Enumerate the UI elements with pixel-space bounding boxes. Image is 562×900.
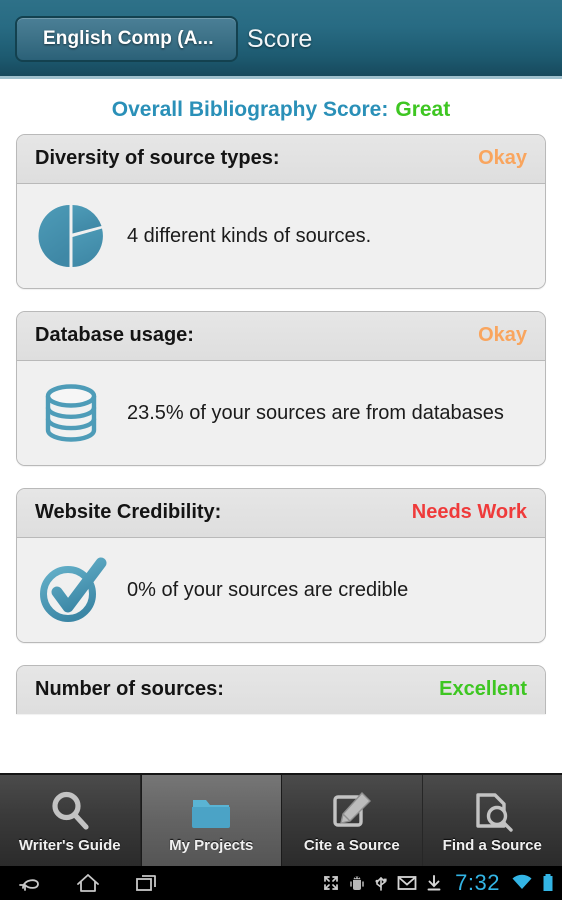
page-title: Score	[247, 25, 313, 53]
back-arrow-icon[interactable]	[18, 872, 42, 894]
document-search-icon	[476, 793, 513, 832]
home-icon[interactable]	[76, 872, 100, 894]
score-card-header: Website Credibility: Needs Work	[17, 489, 545, 538]
score-card-number-of-sources[interactable]: Number of sources: Excellent	[16, 665, 546, 714]
score-card-diversity[interactable]: Diversity of source types: Okay 4 differ…	[16, 134, 546, 289]
mail-icon	[397, 876, 417, 890]
score-card-body: 4 different kinds of sources.	[17, 184, 545, 288]
tab-label: Cite a Source	[303, 837, 400, 854]
system-status-icons: 7:32	[322, 870, 562, 896]
score-card-title: Diversity of source types:	[35, 147, 280, 169]
tab-label: Find a Source	[442, 837, 542, 854]
magnifier-icon	[52, 791, 89, 830]
status-clock: 7:32	[455, 870, 500, 895]
score-card-text: 4 different kinds of sources.	[127, 224, 372, 247]
score-card-header: Diversity of source types: Okay	[17, 135, 545, 184]
fullscreen-icon	[324, 876, 339, 890]
recent-apps-icon[interactable]	[134, 872, 158, 894]
status-badge: Okay	[478, 147, 527, 169]
status-badge: Needs Work	[411, 501, 527, 523]
app-root: English Comp (A... Score Overall Bibliog…	[0, 0, 562, 900]
breadcrumb-label: English Comp (A...	[43, 28, 214, 49]
wifi-icon	[512, 874, 532, 889]
database-icon	[45, 384, 97, 442]
system-navigation-bar: 7:32	[0, 866, 562, 900]
score-card-title: Database usage:	[35, 324, 194, 346]
score-card-credibility[interactable]: Website Credibility: Needs Work 0% of yo…	[16, 488, 546, 643]
tab-label: My Projects	[169, 837, 254, 854]
score-card-title: Number of sources:	[35, 678, 224, 700]
score-scroll-area[interactable]: Overall Bibliography Score: Great Diversi…	[0, 79, 562, 773]
action-bar: English Comp (A... Score	[0, 0, 562, 79]
score-card-database[interactable]: Database usage: Okay 23.5% of your sourc…	[16, 311, 546, 466]
tab-label: Writer's Guide	[18, 837, 121, 854]
bottom-tab-bar: Writer's Guide My Projects Cite a Source	[0, 773, 562, 866]
tab-find-a-source[interactable]: Find a Source	[423, 775, 562, 866]
score-card-text: 23.5% of your sources are from databases	[127, 401, 504, 424]
tab-writers-guide[interactable]: Writer's Guide	[0, 775, 141, 866]
tab-cite-a-source[interactable]: Cite a Source	[282, 775, 423, 866]
pencil-note-icon	[333, 791, 371, 827]
usb-icon	[375, 876, 387, 891]
battery-icon	[543, 874, 553, 891]
breadcrumb-project-tab[interactable]: English Comp (A...	[15, 16, 238, 62]
folder-icon	[192, 800, 231, 828]
score-card-body: 23.5% of your sources are from databases	[17, 361, 545, 465]
pie-chart-icon	[38, 205, 103, 267]
system-nav-buttons	[0, 872, 158, 894]
score-card-header: Number of sources: Excellent	[17, 666, 545, 714]
score-card-text: 0% of your sources are credible	[127, 578, 409, 601]
check-circle-icon	[40, 557, 107, 622]
android-debug-icon	[350, 876, 364, 890]
status-badge: Okay	[478, 324, 527, 346]
overall-score-value: Great	[395, 98, 451, 121]
overall-score-label: Overall Bibliography Score:	[111, 98, 389, 121]
status-badge: Excellent	[439, 678, 527, 700]
tab-my-projects[interactable]: My Projects	[140, 775, 282, 866]
score-card-title: Website Credibility:	[35, 501, 222, 523]
score-card-header: Database usage: Okay	[17, 312, 545, 361]
score-card-body: 0% of your sources are credible	[17, 538, 545, 642]
download-icon	[427, 875, 441, 891]
overall-score-row: Overall Bibliography Score: Great	[0, 79, 562, 134]
